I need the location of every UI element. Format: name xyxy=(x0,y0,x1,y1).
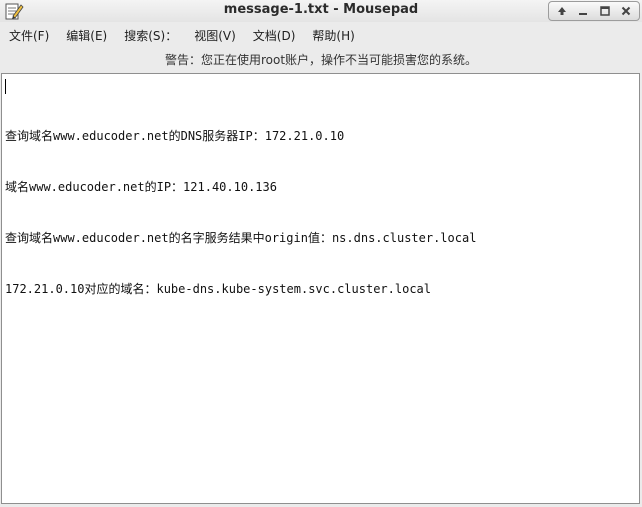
title-bar[interactable]: message-1.txt - Mousepad xyxy=(0,0,642,22)
text-caret xyxy=(5,79,6,94)
arrow-up-icon[interactable] xyxy=(553,3,571,19)
menu-view[interactable]: 视图(V) xyxy=(185,25,244,47)
mousepad-window: message-1.txt - Mousepad 文件(F) 编辑(E) 搜索(… xyxy=(0,0,642,507)
menu-help[interactable]: 帮助(H) xyxy=(303,25,362,47)
menu-bar: 文件(F) 编辑(E) 搜索(S)： 视图(V) 文档(D) 帮助(H) xyxy=(0,25,642,47)
menu-document[interactable]: 文档(D) xyxy=(244,25,304,47)
menu-search[interactable]: 搜索(S)： xyxy=(115,25,185,47)
window-title: message-1.txt - Mousepad xyxy=(223,2,419,17)
editor-line[interactable]: 查询域名www.educoder.net的名字服务结果中origin值：ns.d… xyxy=(5,230,637,247)
editor-line[interactable]: 查询域名www.educoder.net的DNS服务器IP：172.21.0.1… xyxy=(5,128,637,145)
minimize-icon[interactable] xyxy=(574,3,592,19)
editor-content[interactable]: 查询域名www.educoder.net的DNS服务器IP：172.21.0.1… xyxy=(5,77,637,501)
close-icon[interactable] xyxy=(617,3,635,19)
window-controls xyxy=(548,1,640,21)
root-warning-banner: 警告：您正在使用root账户，操作不当可能损害您的系统。 xyxy=(164,53,478,67)
text-editor-area[interactable]: 查询域名www.educoder.net的DNS服务器IP：172.21.0.1… xyxy=(1,73,640,504)
maximize-icon[interactable] xyxy=(596,3,614,19)
menu-file[interactable]: 文件(F) xyxy=(0,25,57,47)
menu-edit[interactable]: 编辑(E) xyxy=(57,25,115,47)
editor-line[interactable]: 域名www.educoder.net的IP：121.40.10.136 xyxy=(5,179,637,196)
editor-line[interactable]: 172.21.0.10对应的域名：kube-dns.kube-system.sv… xyxy=(5,281,637,298)
